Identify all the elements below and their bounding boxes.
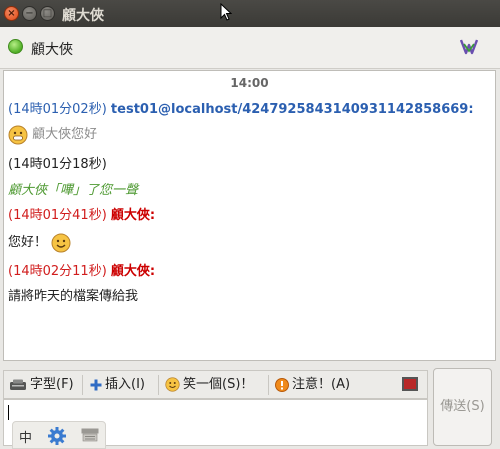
text-color-button[interactable] xyxy=(402,377,418,391)
message-body: 您好！ xyxy=(8,231,71,253)
close-window-button[interactable]: × xyxy=(4,6,19,21)
send-button[interactable]: 傳送(S) xyxy=(433,368,492,446)
insert-label: 插入(I) xyxy=(105,377,145,392)
window-title: 顧大俠 xyxy=(62,8,104,24)
message-sender: 顧大俠: xyxy=(110,208,156,223)
message-timestamp: (14時01分02秒) xyxy=(8,102,107,117)
plus-icon xyxy=(90,379,102,390)
insert-button[interactable]: 插入(I) xyxy=(90,376,145,394)
minimize-window-button[interactable]: − xyxy=(22,6,37,21)
toolbar-divider xyxy=(158,375,159,395)
chat-history[interactable]: 14:00 (14時01分02秒) test01@localhost/42479… xyxy=(3,70,496,361)
maximize-window-button[interactable]: □ xyxy=(40,6,55,21)
toolbar-divider xyxy=(268,375,269,395)
warning-icon xyxy=(275,377,289,392)
attention-label: 注意！(A) xyxy=(292,377,351,392)
message-header: (14時01分02秒) test01@localhost/42479258431… xyxy=(8,98,474,117)
message-timestamp: (14時01分18秒) xyxy=(8,157,107,172)
time-separator: 14:00 xyxy=(230,76,269,90)
message-header: (14時02分11秒) 顧大俠: xyxy=(8,260,155,279)
buzz-notice: 顧大俠「嗶」了您一聲 xyxy=(8,183,139,198)
smiley-icon xyxy=(165,377,180,392)
attention-button[interactable]: 注意！(A) xyxy=(275,376,350,394)
smiley-label: 笑一個(S)！ xyxy=(183,377,254,392)
message-text: 顧大俠您好 xyxy=(32,127,98,142)
format-toolbar: 字型(F) 插入(I) 笑一個(S)！ 注意！(A) xyxy=(3,370,428,399)
smile-emoticon-icon xyxy=(51,233,71,252)
close-icon: × xyxy=(7,8,16,19)
ime-toolbar: 中 xyxy=(12,421,106,449)
contact-header: 顧大俠 xyxy=(0,27,500,69)
message-sender: 顧大俠: xyxy=(110,264,156,279)
message-timestamp: (14時01分41秒) xyxy=(8,208,107,223)
keyboard-icon[interactable] xyxy=(81,428,99,442)
contact-name: 顧大俠 xyxy=(31,42,73,58)
gear-icon[interactable] xyxy=(47,426,67,446)
smiley-button[interactable]: 笑一個(S)！ xyxy=(165,376,253,394)
message-timestamp: (14時02分11秒) xyxy=(8,264,107,279)
title-bar: × − □ 顧大俠 xyxy=(0,0,500,27)
message-text: 您好！ xyxy=(8,235,48,250)
online-status-icon xyxy=(8,39,23,54)
font-label: 字型(F) xyxy=(30,377,74,392)
toolbar-divider xyxy=(82,375,83,395)
text-caret xyxy=(8,405,9,420)
grin-emoticon-icon xyxy=(8,125,28,144)
ime-mode-button[interactable]: 中 xyxy=(19,427,32,446)
message-text: 請將昨天的檔案傳給我 xyxy=(8,289,139,304)
message-header: (14時01分41秒) 顧大俠: xyxy=(8,204,155,223)
minimize-icon: − xyxy=(25,8,34,19)
message-sender: test01@localhost/42479258431409311428586… xyxy=(110,102,474,117)
maximize-icon: □ xyxy=(42,8,53,19)
font-button[interactable]: 字型(F) xyxy=(9,376,74,394)
message-body: 顧大俠您好 xyxy=(8,123,97,145)
app-logo-icon[interactable] xyxy=(460,39,478,55)
font-icon xyxy=(10,379,26,390)
mouse-cursor-icon xyxy=(220,3,232,21)
